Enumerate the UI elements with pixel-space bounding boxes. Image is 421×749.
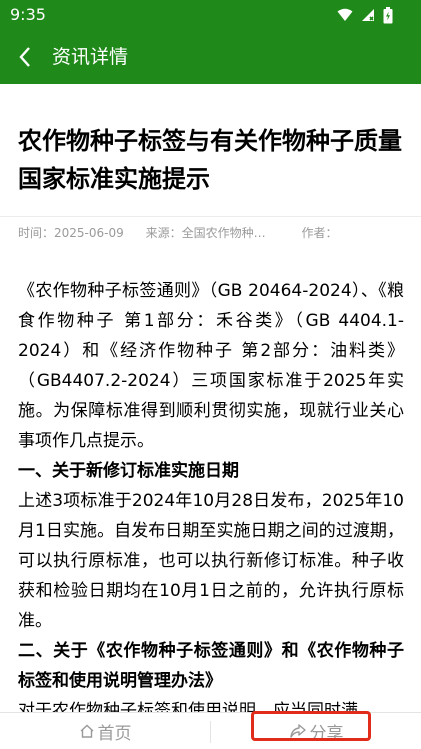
bottom-bar: 首页 分享 [0,711,421,749]
source-value: 全国农作物种… [181,226,266,240]
home-label: 首页 [97,723,132,744]
author-label: 作者： [301,226,338,240]
share-label: 分享 [309,723,344,744]
back-arrow-icon[interactable] [14,44,38,70]
status-icons [337,6,393,24]
time-label: 时间： [18,226,55,240]
home-icon [80,724,93,738]
page-title: 资讯详情 [52,46,129,68]
signal-icon [362,9,374,21]
app-bar: 资讯详情 [0,30,421,84]
home-tab[interactable]: 首页 [0,713,210,749]
paragraph: 对于农作物种子标签和使用说明，应当同时满 [18,701,358,712]
section-heading: 二、关于《农作物种子标签通则》和《农作物种子标签和使用说明管理办法》 [18,641,404,691]
time-value: 2025-06-09 [54,226,124,240]
source-label: 来源： [145,226,182,240]
battery-icon [383,6,393,23]
paragraph: 《农作物种子标签通则》（GB 20464-2024）、《粮食作物种子 第1部分：… [18,281,404,451]
article-body: 《农作物种子标签通则》（GB 20464-2024）、《粮食作物种子 第1部分：… [18,276,404,712]
section-heading: 一、关于新修订标准实施日期 [18,461,239,481]
status-time: 9:35 [10,5,46,24]
share-tab[interactable]: 分享 [211,713,421,749]
article-content[interactable]: 农作物种子标签与有关作物种子质量国家标准实施提示 时间：2025-06-09 来… [0,84,421,712]
status-bar: 9:35 [0,0,421,30]
share-icon [289,724,306,738]
article-title: 农作物种子标签与有关作物种子质量国家标准实施提示 [18,127,402,193]
meta-divider [0,216,421,217]
article-meta: 时间：2025-06-09 来源：全国农作物种… 作者： [18,225,337,241]
paragraph: 上述3项标准于2024年10月28日发布，2025年10月1日实施。自发布日期至… [18,491,404,631]
wifi-icon [337,8,353,21]
